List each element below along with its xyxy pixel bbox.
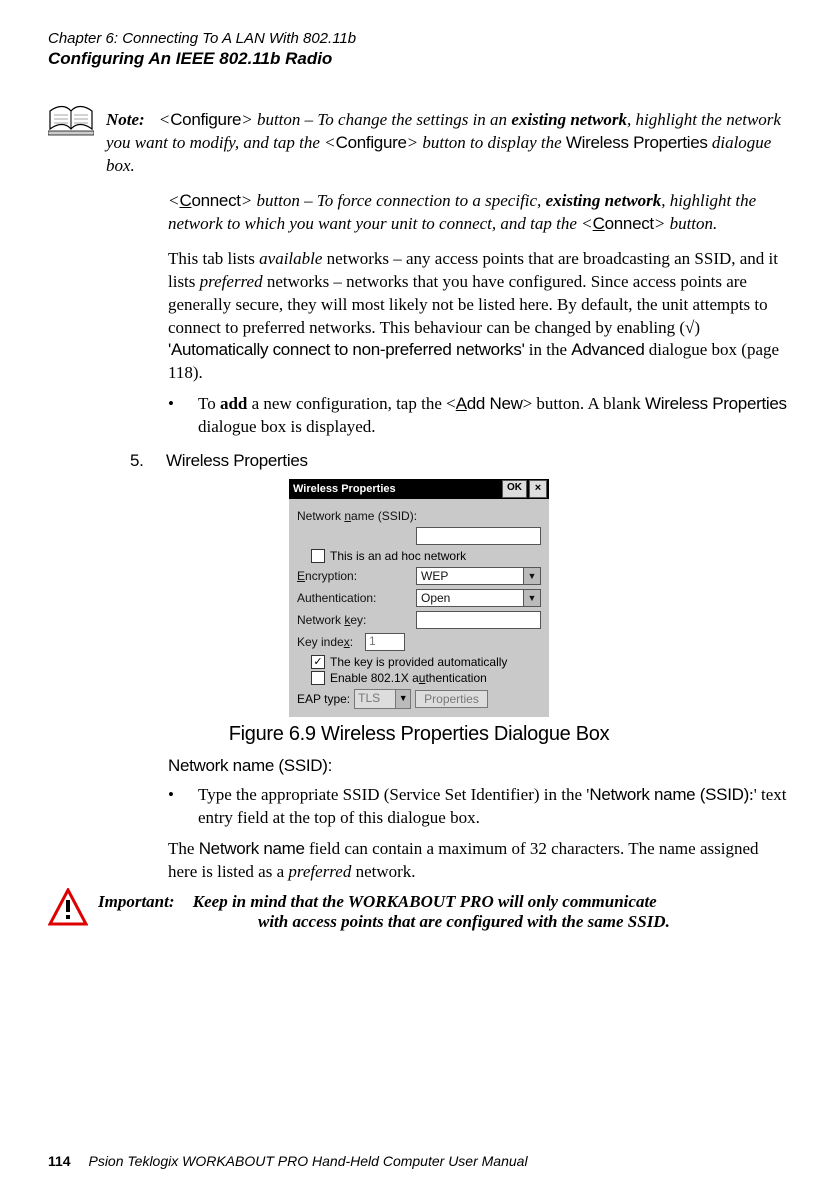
open-book-icon <box>48 103 94 142</box>
wireless-properties-dialog: Wireless Properties OK × Network name (S… <box>289 479 549 717</box>
dialog-title: Wireless Properties <box>293 483 502 495</box>
encryption-label: Encryption: <box>297 569 357 583</box>
checkbox-icon <box>311 671 325 685</box>
ssid-input[interactable] <box>416 527 541 545</box>
adhoc-checkbox[interactable]: This is an ad hoc network <box>311 549 541 563</box>
close-icon[interactable]: × <box>529 480 547 498</box>
body-paragraph: This tab lists available networks – any … <box>168 248 790 386</box>
note-label: Note: <box>106 110 145 129</box>
page-number: 114 <box>48 1153 71 1169</box>
checkbox-icon <box>311 549 325 563</box>
ssid-subheading: Network name (SSID): <box>168 756 790 776</box>
authentication-label: Authentication: <box>297 591 376 605</box>
figure-wireless-properties: Wireless Properties OK × Network name (S… <box>48 479 790 717</box>
enable-8021x-checkbox[interactable]: Enable 802.1X authentication <box>311 671 541 685</box>
step-5-heading: 5.Wireless Properties <box>130 451 790 471</box>
ok-button[interactable]: OK <box>502 480 527 498</box>
header-chapter: Chapter 6: Connecting To A LAN With 802.… <box>48 30 790 47</box>
figure-caption: Figure 6.9 Wireless Properties Dialogue … <box>48 723 790 746</box>
key-index-input[interactable]: 1 <box>365 633 405 651</box>
checkbox-checked-icon <box>311 655 325 669</box>
key-auto-label: The key is provided automatically <box>330 655 507 669</box>
warning-icon <box>48 888 88 933</box>
encryption-combo[interactable]: WEP ▼ <box>416 567 541 585</box>
ssid-label: Network name (SSID): <box>297 509 417 523</box>
adhoc-label: This is an ad hoc network <box>330 549 466 563</box>
network-key-input[interactable] <box>416 611 541 629</box>
important-label: Important: <box>98 892 175 911</box>
ssid-paragraph: The Network name field can contain a max… <box>168 838 790 884</box>
note-para1: <Configure> button – To change the setti… <box>106 110 781 175</box>
page-footer: 114 Psion Teklogix WORKABOUT PRO Hand-He… <box>48 1153 528 1169</box>
network-key-label: Network key: <box>297 613 366 627</box>
chevron-down-icon: ▼ <box>523 590 540 606</box>
dialog-titlebar: Wireless Properties OK × <box>289 479 549 499</box>
important-text-line1: Keep in mind that the WORKABOUT PRO will… <box>193 892 657 911</box>
enable-8021x-label: Enable 802.1X authentication <box>330 671 487 685</box>
authentication-combo[interactable]: Open ▼ <box>416 589 541 607</box>
important-text-line2: with access points that are configured w… <box>258 912 790 932</box>
ssid-bullet: • Type the appropriate SSID (Service Set… <box>168 784 790 830</box>
note-para2: <Connect> button – To force connection t… <box>168 190 790 236</box>
note-block: Note: <Configure> button – To change the… <box>48 109 790 178</box>
chevron-down-icon: ▼ <box>523 568 540 584</box>
chevron-down-icon: ▼ <box>395 690 410 708</box>
important-block: Important: Keep in mind that the WORKABO… <box>48 892 790 933</box>
header-section: Configuring An IEEE 802.11b Radio <box>48 49 790 69</box>
key-index-label: Key index: <box>297 635 353 649</box>
eap-type-label: EAP type: <box>297 692 350 706</box>
bullet-add-config: • To add a new configuration, tap the <A… <box>168 393 790 439</box>
key-auto-checkbox[interactable]: The key is provided automatically <box>311 655 541 669</box>
properties-button: Properties <box>415 690 488 708</box>
manual-title: Psion Teklogix WORKABOUT PRO Hand-Held C… <box>88 1153 527 1169</box>
eap-type-combo: TLS ▼ <box>354 689 411 709</box>
